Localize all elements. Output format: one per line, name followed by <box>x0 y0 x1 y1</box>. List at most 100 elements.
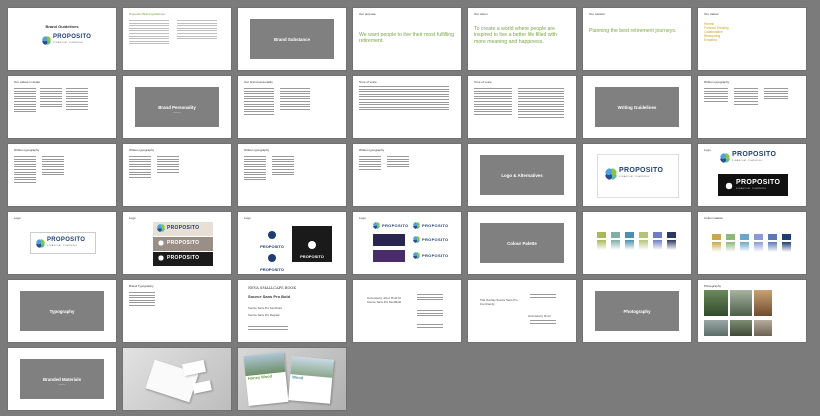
slide-thumbnail[interactable]: Colour palette <box>698 212 806 274</box>
colour-tint-ramp <box>754 242 763 252</box>
slide-grid: Brand Guidelines PROPOSITO FINANCIAL PLAN… <box>8 8 806 410</box>
slide-thumbnail[interactable]: NEVA SMALLCAPS BOOK Source Sans Pro Bold… <box>238 280 346 342</box>
slide-heading: Our values <box>704 12 719 16</box>
body-text <box>474 88 512 117</box>
section-title: Writing Guidelines <box>617 104 657 110</box>
colour-tint-ramp <box>782 242 791 252</box>
slide-thumbnail[interactable]: Brand Guidelines PROPOSITO FINANCIAL PLAN… <box>8 8 116 70</box>
slide-heading: Logo <box>704 148 711 152</box>
business-card-mockup <box>192 380 212 394</box>
slide-thumbnail[interactable]: Brand Substance <box>238 8 346 70</box>
section-title: Branded Materials <box>42 376 82 382</box>
slide-thumbnail[interactable]: Our vision To create a world where peopl… <box>468 8 576 70</box>
slide-heading: Our values in detail <box>14 80 40 84</box>
brochure-mockup: Wood <box>288 356 334 404</box>
body-text <box>40 88 62 109</box>
slide-thumbnail[interactable]: Writing Guidelines <box>583 76 691 138</box>
slide-thumbnail[interactable] <box>123 348 231 410</box>
slide-thumbnail[interactable]: Colour Palette <box>468 212 576 274</box>
proposito-logo: PROPOSITO FINANCIAL PLANNING <box>605 167 663 180</box>
proposito-logo: PROPOSITO FINANCIAL PLANNING <box>36 237 85 249</box>
colour-swatch <box>667 232 676 238</box>
slide-heading: Logo <box>359 216 366 220</box>
proposito-logo: PROPOSITO <box>413 252 448 259</box>
slide-heading: Written typography <box>14 148 40 152</box>
slide-thumbnail[interactable]: Photography <box>698 280 806 342</box>
logo-tagline: FINANCIAL PLANNING <box>47 245 78 247</box>
section-divider: Colour Palette <box>480 223 564 263</box>
slide-thumbnail[interactable]: Our values in detail <box>8 76 116 138</box>
brochure-mockup: Honey Wood <box>243 352 289 406</box>
body-text <box>177 20 217 41</box>
colour-swatch <box>639 232 648 238</box>
body-text <box>66 88 88 111</box>
slide-thumbnail[interactable]: Our values Honest Forward Thinking Colla… <box>698 8 806 70</box>
slide-thumbnail[interactable] <box>583 212 691 274</box>
slide-thumbnail[interactable]: Logo PROPOSITO PROPOSITO PROPOSITO <box>123 212 231 274</box>
slide-thumbnail[interactable]: Brand Personality ——— <box>123 76 231 138</box>
proposito-mark-icon <box>42 35 51 45</box>
slide-thumbnail[interactable]: Photography <box>583 280 691 342</box>
slide-thumbnail[interactable]: Tone of voice <box>468 76 576 138</box>
colour-swatch <box>611 232 620 238</box>
value-item: Empathic <box>704 38 718 42</box>
slide-thumbnail[interactable]: Written typography <box>698 76 806 138</box>
logo-tagline: FINANCIAL PLANNING <box>53 42 84 44</box>
slide-thumbnail[interactable]: Written typography <box>123 144 231 206</box>
interior-photo <box>754 320 772 336</box>
type-sample: Source Sans Pro Bold <box>248 294 291 299</box>
slide-thumbnail[interactable]: Honey Wood Wood <box>238 348 346 410</box>
slide-thumbnail[interactable]: Written typography <box>238 144 346 206</box>
colour-tint-ramp <box>597 240 606 250</box>
logo-text: PROPOSITO <box>422 236 449 242</box>
colour-swatch <box>712 234 721 240</box>
colour-swatch <box>768 234 777 240</box>
slide-thumbnail[interactable]: Gutenberg Alter Bold In Source Sans Pro … <box>353 280 461 342</box>
logo-text: PROPOSITO <box>422 252 449 258</box>
slide-thumbnail[interactable]: Written typography <box>353 144 461 206</box>
slide-thumbnail[interactable]: Our brand personality <box>238 76 346 138</box>
slide-headline: We want people to live their most fulfil… <box>359 32 455 45</box>
section-divider: Logo & Alternatives <box>480 155 564 195</box>
slide-thumbnail[interactable]: PROPOSITO FINANCIAL PLANNING <box>583 144 691 206</box>
body-text <box>14 156 36 185</box>
slide-heading: Tone of voice <box>359 80 377 84</box>
slide-thumbnail[interactable]: Branded Materials ——— <box>8 348 116 410</box>
slide-thumbnail[interactable]: Logo PROPOSITO PROPOSITO PROPOSITO <box>238 212 346 274</box>
slide-heading: Logo <box>129 216 136 220</box>
logo-text: PROPOSITO <box>382 222 409 228</box>
proposito-mark-icon <box>157 224 165 232</box>
logo-tagline: FINANCIAL PLANNING <box>619 176 650 178</box>
section-divider: Brand Substance <box>250 19 334 59</box>
slide-thumbnail[interactable]: Written typography <box>8 144 116 206</box>
slide-thumbnail[interactable]: Logo PROPOSITO FINANCIAL PLANNING PROPOSI… <box>698 144 806 206</box>
logo-dark-panel <box>373 250 405 262</box>
proposito-mark-icon <box>157 254 165 262</box>
slide-thumbnail[interactable]: Logo PROPOSITO PROPOSITO PROPOSITO PROPO… <box>353 212 461 274</box>
slide-thumbnail[interactable]: Proposito Brand guidelines <box>123 8 231 70</box>
logo-tagline: FINANCIAL PLANNING <box>736 188 767 190</box>
body-text <box>530 294 556 299</box>
slide-thumbnail[interactable]: Brand Typography <box>123 280 231 342</box>
slide-thumbnail[interactable]: Our purpose We want people to live their… <box>353 8 461 70</box>
proposito-mark-icon <box>413 222 420 229</box>
colour-swatch <box>740 234 749 240</box>
body-text <box>280 88 310 111</box>
business-card-mockup <box>181 359 207 377</box>
slide-thumbnail[interactable]: Typography <box>8 280 116 342</box>
section-divider: Branded Materials ——— <box>20 359 104 399</box>
proposito-mark-icon <box>413 252 420 259</box>
section-divider: Writing Guidelines <box>595 87 679 127</box>
slide-thumbnail[interactable]: Logo PROPOSITO FINANCIAL PLANNING <box>8 212 116 274</box>
logo-text: PROPOSITO <box>167 255 200 261</box>
proposito-logo: PROPOSITO <box>157 224 199 232</box>
slide-thumbnail[interactable]: Tone of voice <box>353 76 461 138</box>
section-title: Typography <box>49 308 75 314</box>
slide-thumbnail[interactable]: Title Overlay Source Sans Pro Font Famil… <box>468 280 576 342</box>
slide-thumbnail[interactable]: Logo & Alternatives <box>468 144 576 206</box>
slide-thumbnail[interactable]: Our mission Planning the best retirement… <box>583 8 691 70</box>
proposito-mark-icon <box>413 236 420 243</box>
proposito-mark-icon <box>157 239 165 247</box>
proposito-logo: PROPOSITO <box>413 236 448 243</box>
logo-text: PROPOSITO <box>167 240 200 246</box>
